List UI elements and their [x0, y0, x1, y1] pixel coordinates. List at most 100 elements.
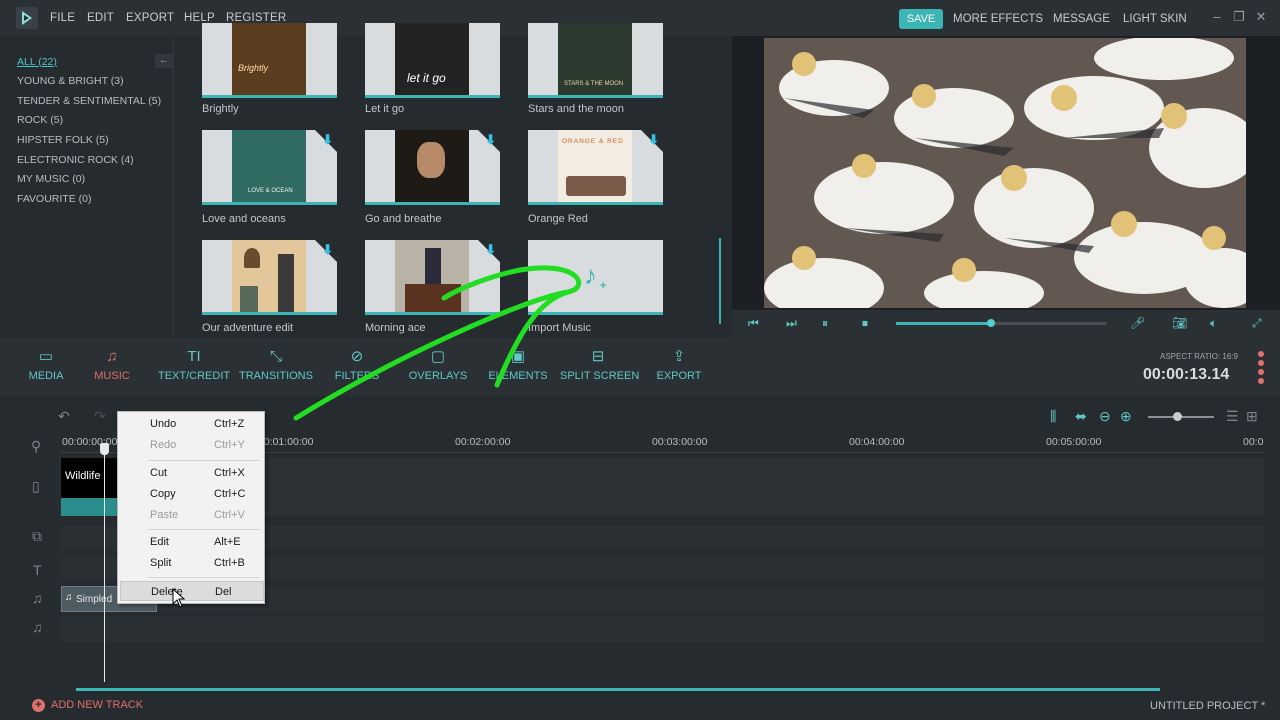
zoom-in-icon[interactable]: ⊕ — [1120, 408, 1132, 425]
minimize-icon[interactable]: – — [1210, 10, 1224, 24]
timeline-zoom-knob[interactable] — [1173, 412, 1182, 421]
music-tile-label: Go and breathe — [365, 213, 442, 225]
import-music-tile[interactable]: ♪ + — [528, 240, 663, 315]
music-track-2[interactable] — [60, 616, 1264, 642]
album-art: let it go — [395, 23, 469, 95]
tab-music[interactable]: ♫ MUSIC — [92, 338, 132, 396]
library-scrollbar[interactable] — [719, 238, 721, 324]
tab-label: SPLIT SCREEN — [560, 370, 640, 382]
download-icon[interactable]: ⬇ — [322, 132, 333, 148]
playback-scrubber[interactable] — [986, 319, 995, 327]
video-clip[interactable]: Wildlife — [61, 458, 121, 516]
tab-label: ELEMENTS — [488, 370, 548, 382]
music-tile[interactable]: ⬇ — [365, 130, 500, 205]
download-icon[interactable]: ⬇ — [485, 132, 496, 148]
list-view-icon[interactable]: ☰ — [1226, 408, 1239, 425]
tab-elements[interactable]: ▣ ELEMENTS — [488, 338, 548, 396]
tab-export[interactable]: ⇪ EXPORT — [654, 338, 704, 396]
menu-file[interactable]: FILE — [50, 12, 75, 24]
context-menu-paste[interactable]: Paste Ctrl+V — [120, 505, 264, 525]
album-art: STARS & THE MOON — [558, 23, 632, 95]
menu-edit[interactable]: EDIT — [87, 12, 114, 24]
message-link[interactable]: MESSAGE — [1053, 13, 1110, 25]
tab-label: MUSIC — [94, 370, 130, 382]
link-icon[interactable]: ⚲ — [31, 438, 41, 455]
undo-icon[interactable]: ↶ — [58, 408, 70, 425]
context-menu-split[interactable]: Split Ctrl+B — [120, 553, 264, 573]
step-forward-icon[interactable]: ⏭ — [786, 316, 797, 331]
music-tile-label: Stars and the moon — [528, 103, 625, 115]
category-all[interactable]: ALL (22) — [17, 56, 57, 68]
category-hipster-folk[interactable]: HIPSTER FOLK (5) — [17, 134, 109, 146]
category-tender-sentimental[interactable]: TENDER & SENTIMENTAL (5) — [17, 95, 161, 107]
snapshot-icon[interactable]: 📷︎ — [1172, 316, 1187, 330]
music-tile[interactable]: let it go — [365, 23, 500, 98]
tab-text-credit[interactable]: TI TEXT/CREDIT — [158, 338, 230, 396]
tab-media[interactable]: ▭ MEDIA — [26, 338, 66, 396]
tab-filters[interactable]: ⊘ FILTERS — [334, 338, 380, 396]
more-effects-link[interactable]: MORE EFFECTS — [953, 13, 1043, 25]
music-tile[interactable]: ⬇ — [202, 240, 337, 315]
music-tile[interactable]: Brightly — [202, 23, 337, 98]
menu-export[interactable]: EXPORT — [126, 12, 174, 24]
tab-overlays[interactable]: ▢ OVERLAYS — [408, 338, 468, 396]
volume-icon[interactable]: 🔈︎ — [1210, 316, 1217, 331]
download-icon[interactable]: ⬇ — [485, 242, 496, 258]
add-new-track-button[interactable]: + ADD NEW TRACK — [32, 699, 143, 712]
category-my-music[interactable]: MY MUSIC (0) — [17, 173, 85, 185]
context-menu-undo[interactable]: Undo Ctrl+Z — [120, 414, 264, 434]
skip-back-icon[interactable]: ⏮ — [748, 316, 759, 331]
tab-transitions[interactable]: ⤡ TRANSITIONS — [238, 338, 314, 396]
stop-icon[interactable]: ⏹ — [862, 316, 868, 331]
more-options-icon[interactable] — [1257, 350, 1265, 384]
playback-progress-bar[interactable] — [896, 319, 1106, 327]
category-electronic-rock[interactable]: ELECTRONIC ROCK (4) — [17, 154, 134, 166]
context-menu-copy[interactable]: Copy Ctrl+C — [120, 484, 264, 504]
close-icon[interactable]: ✕ — [1254, 10, 1268, 24]
audio-mixer-icon[interactable]: ⫼ — [1050, 408, 1056, 425]
clip-name: Simpled — [76, 594, 113, 605]
category-young-bright[interactable]: YOUNG & BRIGHT (3) — [17, 75, 124, 87]
context-menu-cut[interactable]: Cut Ctrl+X — [120, 463, 264, 483]
grid-view-icon[interactable]: ⊞ — [1246, 408, 1258, 425]
music-tile[interactable]: STARS & THE MOON — [528, 23, 663, 98]
album-art — [395, 240, 469, 312]
app-logo-icon — [16, 7, 38, 29]
download-icon[interactable]: ⬇ — [648, 132, 659, 148]
fit-timeline-icon[interactable]: ⬌ — [1075, 408, 1087, 425]
context-menu-delete[interactable]: Delete Del — [120, 581, 264, 601]
download-icon[interactable]: ⬇ — [322, 242, 333, 258]
category-rock[interactable]: ROCK (5) — [17, 114, 63, 126]
playhead-handle[interactable] — [100, 443, 109, 455]
zoom-out-icon[interactable]: ⊖ — [1099, 408, 1111, 425]
clip-waveform — [61, 498, 121, 516]
redo-icon[interactable]: ↷ — [94, 408, 106, 425]
album-art: ORANGE & RED — [558, 130, 632, 202]
collapse-sidebar-icon[interactable]: ← — [155, 54, 173, 68]
music-track-icon: ♫ — [32, 619, 43, 635]
category-favourite[interactable]: FAVOURITE (0) — [17, 193, 91, 205]
restore-icon[interactable]: ❐ — [1232, 10, 1246, 24]
album-art-text: ORANGE & RED — [562, 138, 624, 145]
timeline-scrollbar[interactable] — [76, 688, 1160, 691]
playhead-line[interactable] — [104, 446, 105, 682]
split-screen-icon: ⊟ — [591, 348, 605, 365]
context-menu: Undo Ctrl+Z Redo Ctrl+Y Cut Ctrl+X Copy Ctrl… — [117, 411, 265, 604]
album-art-text: LOVE & OCEAN — [248, 188, 293, 194]
save-button[interactable]: SAVE — [899, 9, 943, 29]
transitions-icon: ⤡ — [269, 348, 282, 365]
pause-icon[interactable]: ⏸ — [822, 316, 828, 331]
filters-icon: ⊘ — [350, 348, 364, 365]
context-menu-redo[interactable]: Redo Ctrl+Y — [120, 435, 264, 455]
fullscreen-icon[interactable]: ⤢ — [1252, 316, 1262, 331]
music-tile[interactable]: ORANGE & RED ⬇ — [528, 130, 663, 205]
menu-separator — [148, 529, 260, 530]
context-menu-edit[interactable]: Edit Alt+E — [120, 532, 264, 552]
music-tile[interactable]: ⬇ — [365, 240, 500, 315]
music-tile[interactable]: LOVE & OCEAN ⬇ — [202, 130, 337, 205]
light-skin-link[interactable]: LIGHT SKIN — [1123, 13, 1187, 25]
mouse-cursor-icon — [172, 588, 186, 608]
microphone-icon[interactable]: 🎤︎ — [1130, 316, 1145, 330]
tab-split-screen[interactable]: ⊟ SPLIT SCREEN — [560, 338, 640, 396]
menu-separator — [148, 460, 260, 461]
